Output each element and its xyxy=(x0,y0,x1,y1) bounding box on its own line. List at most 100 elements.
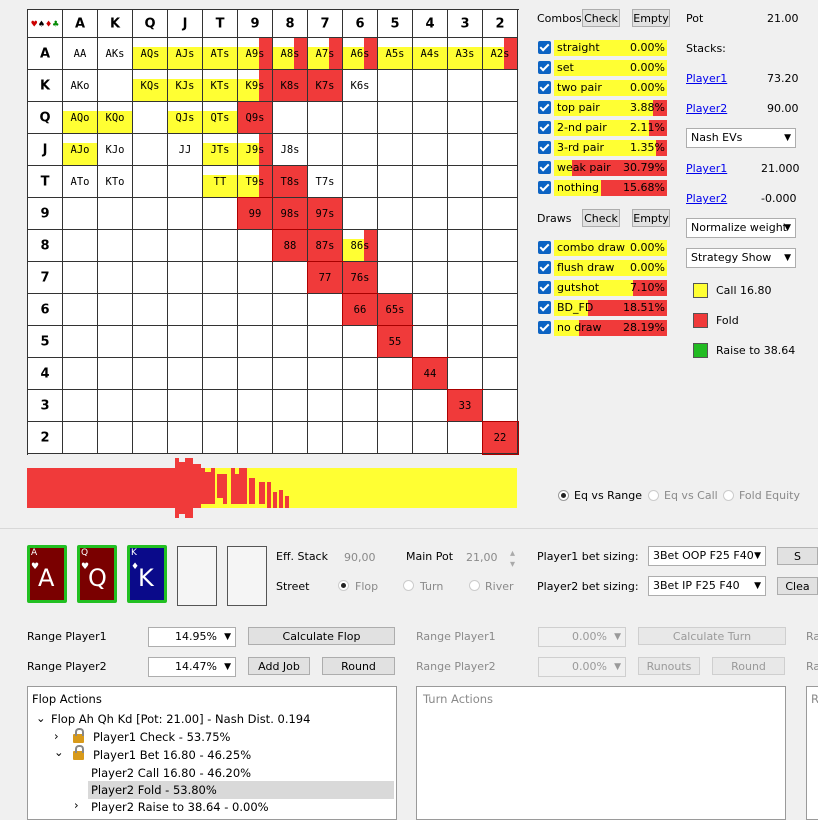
hand-cell[interactable]: AQo xyxy=(63,102,98,134)
matrix-col-header[interactable]: 3 xyxy=(448,10,483,38)
draw-bar[interactable]: no draw 28.19% xyxy=(554,320,667,336)
hand-cell[interactable] xyxy=(133,166,168,198)
matrix-col-header[interactable]: 8 xyxy=(273,10,308,38)
hand-cell[interactable] xyxy=(448,134,483,166)
hand-cell[interactable] xyxy=(168,198,203,230)
hand-cell[interactable] xyxy=(98,390,133,422)
hand-cell[interactable]: JJ xyxy=(168,134,203,166)
matrix-row-header[interactable]: K xyxy=(28,70,63,102)
hand-cell[interactable] xyxy=(133,326,168,358)
hand-cell[interactable]: K6s xyxy=(343,70,378,102)
hand-cell[interactable]: A4s xyxy=(413,38,448,70)
hand-cell[interactable] xyxy=(413,326,448,358)
hand-cell[interactable] xyxy=(448,102,483,134)
combo-checkbox[interactable] xyxy=(538,161,551,174)
hand-cell[interactable] xyxy=(343,390,378,422)
collapse-chevron-icon[interactable]: › xyxy=(54,729,59,743)
hand-cell[interactable]: K7s xyxy=(308,70,343,102)
stack-player1-link[interactable]: Player1 xyxy=(686,72,727,85)
range-player2-select[interactable]: 14.47% ▼ xyxy=(148,657,236,677)
hand-cell[interactable]: 97s xyxy=(308,198,343,230)
hand-cell[interactable] xyxy=(168,294,203,326)
draw-bar[interactable]: flush draw 0.00% xyxy=(554,260,667,276)
combo-bar[interactable]: top pair 3.88% xyxy=(554,100,667,116)
hand-cell[interactable]: AJs xyxy=(168,38,203,70)
matrix-row-header[interactable]: 5 xyxy=(28,326,63,358)
hand-cell[interactable] xyxy=(133,198,168,230)
hand-cell[interactable] xyxy=(448,262,483,294)
hand-cell[interactable] xyxy=(343,326,378,358)
action-p1-bet[interactable]: Player1 Bet 16.80 - 46.25% xyxy=(93,748,251,762)
matrix-row-header[interactable]: 9 xyxy=(28,198,63,230)
ev-select[interactable]: Nash EVs ▼ xyxy=(686,128,796,148)
hand-cell[interactable] xyxy=(273,326,308,358)
draw-checkbox[interactable] xyxy=(538,321,551,334)
draw-checkbox[interactable] xyxy=(538,261,551,274)
combo-bar[interactable]: two pair 0.00% xyxy=(554,80,667,96)
hand-cell[interactable]: 77 xyxy=(307,261,344,295)
hand-cell[interactable]: KJs xyxy=(168,70,203,102)
hand-cell[interactable] xyxy=(413,422,448,454)
draw-checkbox[interactable] xyxy=(538,301,551,314)
matrix-col-header[interactable]: 6 xyxy=(343,10,378,38)
hand-cell[interactable]: A9s xyxy=(238,38,273,70)
hand-cell[interactable] xyxy=(238,262,273,294)
matrix-row-header[interactable]: 6 xyxy=(28,294,63,326)
hand-cell[interactable] xyxy=(378,134,413,166)
hand-cell[interactable]: A3s xyxy=(448,38,483,70)
matrix-col-header[interactable]: 5 xyxy=(378,10,413,38)
hand-cell[interactable]: 87s xyxy=(308,230,343,262)
hand-cell[interactable] xyxy=(203,326,238,358)
hand-cell[interactable]: 88 xyxy=(272,229,309,263)
combo-bar[interactable]: 3-rd pair 1.35% xyxy=(554,140,667,156)
matrix-col-header[interactable]: 9 xyxy=(238,10,273,38)
hand-cell[interactable]: 65s xyxy=(378,294,413,326)
hand-cell[interactable] xyxy=(238,390,273,422)
turn-actions-panel[interactable]: Turn Actions xyxy=(416,686,786,820)
hand-cell[interactable] xyxy=(98,326,133,358)
hand-cell[interactable] xyxy=(378,422,413,454)
draws-check-button[interactable]: Check xyxy=(582,209,620,227)
combo-bar[interactable]: straight 0.00% xyxy=(554,40,667,56)
action-p1-check[interactable]: Player1 Check - 53.75% xyxy=(93,730,230,744)
hand-cell[interactable] xyxy=(203,262,238,294)
hand-cell[interactable]: QJs xyxy=(168,102,203,134)
hand-cell[interactable] xyxy=(238,358,273,390)
hand-cell[interactable] xyxy=(483,326,518,358)
round-button[interactable]: Round xyxy=(322,657,395,675)
hand-cell[interactable]: 76s xyxy=(343,262,378,294)
combos-check-button[interactable]: Check xyxy=(582,9,620,27)
hand-cell[interactable] xyxy=(343,102,378,134)
hand-cell[interactable] xyxy=(483,390,518,422)
p1-bet-sizing-select[interactable]: 3Bet OOP F25 F40 ▼ xyxy=(648,546,766,566)
hand-cell[interactable]: AKo xyxy=(63,70,98,102)
hand-cell[interactable] xyxy=(133,294,168,326)
draws-empty-button[interactable]: Empty xyxy=(632,209,670,227)
hand-cell[interactable] xyxy=(168,358,203,390)
hand-cell[interactable] xyxy=(483,166,518,198)
matrix-row-header[interactable]: Q xyxy=(28,102,63,134)
hand-cell[interactable] xyxy=(483,230,518,262)
eq-vs-range-radio[interactable] xyxy=(558,490,569,501)
hand-cell[interactable]: A5s xyxy=(378,38,413,70)
hand-cell[interactable] xyxy=(273,390,308,422)
turn-round-button[interactable]: Round xyxy=(712,657,785,675)
ev-player1-link[interactable]: Player1 xyxy=(686,162,727,175)
combo-bar[interactable]: set 0.00% xyxy=(554,60,667,76)
hand-cell[interactable] xyxy=(413,198,448,230)
matrix-col-header[interactable]: 4 xyxy=(413,10,448,38)
hand-cell[interactable] xyxy=(133,262,168,294)
street-turn-radio[interactable] xyxy=(403,580,414,591)
normalize-select[interactable]: Normalize weight ▼ xyxy=(686,218,796,238)
hand-cell[interactable] xyxy=(343,166,378,198)
hand-cell[interactable]: J9s xyxy=(238,134,273,166)
hand-cell[interactable] xyxy=(133,134,168,166)
hand-cell[interactable] xyxy=(308,294,343,326)
matrix-row-header[interactable]: 7 xyxy=(28,262,63,294)
combo-checkbox[interactable] xyxy=(538,181,551,194)
ev-player2-link[interactable]: Player2 xyxy=(686,192,727,205)
hand-cell[interactable]: KQs xyxy=(133,70,168,102)
hand-cell[interactable] xyxy=(63,390,98,422)
hand-cell[interactable] xyxy=(98,262,133,294)
hand-cell[interactable] xyxy=(378,102,413,134)
